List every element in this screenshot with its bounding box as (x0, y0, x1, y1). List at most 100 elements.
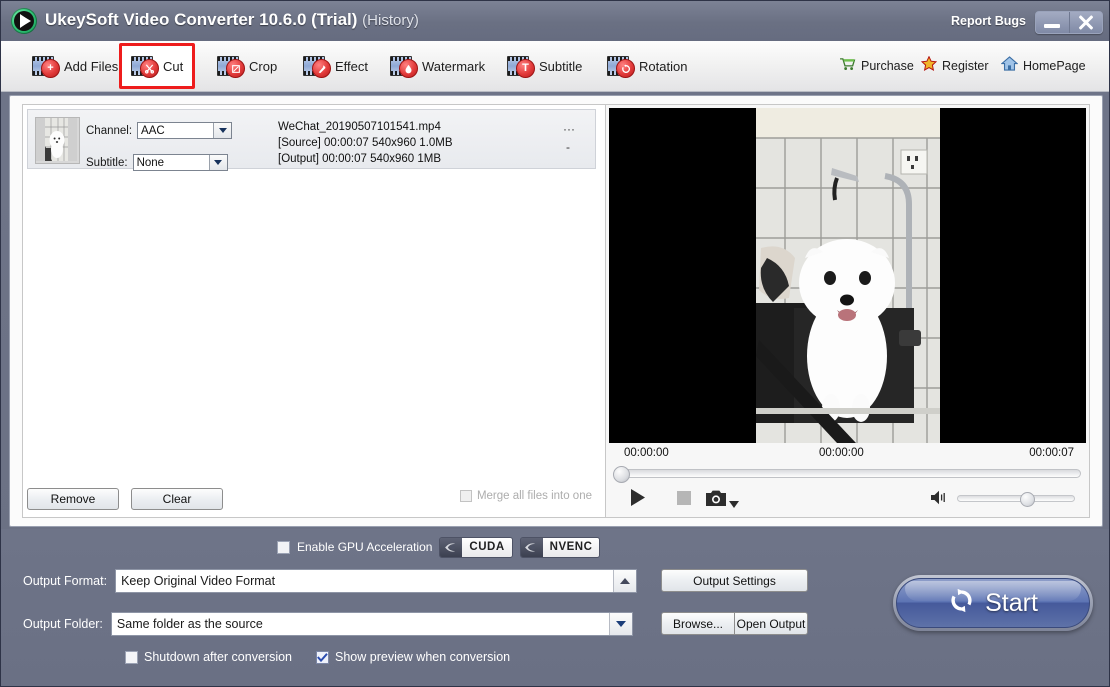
star-icon (921, 56, 937, 76)
output-format-select[interactable]: Keep Original Video Format (115, 569, 637, 593)
film-watermark-icon (390, 56, 416, 76)
report-bugs-link[interactable]: Report Bugs (951, 14, 1026, 28)
toolbar-item-label: Rotation (639, 59, 687, 74)
show-preview-checkbox[interactable]: Show preview when conversion (316, 650, 510, 664)
film-subtitle-icon: T (507, 56, 533, 76)
toolbar: + Add Files Cut Crop Effect (1, 41, 1110, 92)
output-format-label: Output Format: (23, 574, 107, 588)
output-format-row: Output Format: Keep Original Video Forma… (23, 569, 637, 593)
start-button[interactable]: Start (893, 575, 1093, 631)
nvenc-badge[interactable]: NVENC (520, 537, 601, 558)
speaker-icon[interactable] (931, 490, 949, 510)
purchase-link[interactable]: Purchase (839, 55, 914, 77)
gpu-acceleration-label: Enable GPU Acceleration (297, 540, 432, 554)
nvidia-eye-icon (440, 538, 462, 557)
film-rotation-icon (607, 56, 633, 76)
volume-slider[interactable] (957, 495, 1075, 502)
channel-value: AAC (138, 125, 165, 137)
purchase-label: Purchase (861, 59, 914, 73)
volume-handle[interactable] (1020, 492, 1035, 507)
clear-button[interactable]: Clear (131, 488, 223, 510)
output-folder-value: Same folder as the source (112, 617, 263, 631)
page-title: UkeySoft Video Converter 10.6.0 (Trial) … (45, 10, 419, 30)
snapshot-button[interactable] (706, 490, 726, 511)
film-plus-icon: + (32, 56, 58, 76)
time-labels: 00:00:00 00:00:00 00:00:07 (609, 447, 1086, 463)
film-scissors-icon (131, 56, 157, 76)
subtitle-label: Subtitle: (86, 157, 128, 169)
output-settings-button[interactable]: Output Settings (661, 569, 808, 592)
seek-slider[interactable] (614, 469, 1081, 478)
film-crop-icon (217, 56, 243, 76)
minimize-button[interactable] (1036, 12, 1069, 33)
app-window: UkeySoft Video Converter 10.6.0 (Trial) … (0, 0, 1110, 687)
register-link[interactable]: Register (921, 55, 989, 77)
file-name: WeChat_20190507101541.mp4 (278, 119, 453, 135)
toolbar-item-effect[interactable]: Effect (294, 46, 377, 86)
output-folder-select[interactable]: Same folder as the source (111, 612, 633, 636)
checkbox-box-checked (316, 651, 329, 664)
film-effect-icon (303, 56, 329, 76)
toolbar-item-label: Crop (249, 59, 277, 74)
subtitle-value: None (134, 157, 165, 169)
output-format-value: Keep Original Video Format (116, 574, 275, 588)
ellipsis-icon[interactable]: ··· (563, 122, 575, 136)
app-title-text: UkeySoft Video Converter 10.6.0 (Trial) (45, 10, 357, 29)
refresh-icon (948, 587, 975, 619)
shutdown-label: Shutdown after conversion (144, 650, 292, 664)
channel-label: Channel: (86, 125, 132, 137)
homepage-link[interactable]: HomePage (1001, 55, 1086, 77)
chevron-down-icon (209, 155, 227, 170)
toolbar-item-label: Subtitle (539, 59, 582, 74)
toolbar-item-label: Add Files (64, 59, 118, 74)
row-status: - (566, 140, 570, 154)
channel-field: Channel: AAC (86, 122, 232, 139)
remove-button[interactable]: Remove (27, 488, 119, 510)
chevron-down-icon (213, 123, 231, 138)
show-preview-label: Show preview when conversion (335, 650, 510, 664)
nvenc-label: NVENC (543, 538, 600, 557)
gpu-acceleration-checkbox[interactable] (277, 541, 290, 554)
merge-files-checkbox[interactable]: Merge all files into one (460, 490, 592, 502)
browse-button[interactable]: Browse... (661, 612, 734, 635)
play-button[interactable] (630, 489, 646, 511)
history-label: (History) (362, 12, 419, 29)
cuda-badge[interactable]: CUDA (439, 537, 512, 558)
toolbar-item-add-files[interactable]: + Add Files (23, 46, 127, 86)
file-info: WeChat_20190507101541.mp4 [Source] 00:00… (278, 119, 453, 167)
window-controls (1035, 11, 1103, 34)
toolbar-item-rotation[interactable]: Rotation (598, 46, 696, 86)
chevron-down-icon (609, 613, 632, 635)
nvidia-eye-icon (521, 538, 543, 557)
toolbar-item-cut[interactable]: Cut (119, 43, 195, 89)
title-bar: UkeySoft Video Converter 10.6.0 (Trial) … (1, 1, 1110, 42)
cuda-label: CUDA (462, 538, 511, 557)
open-output-button[interactable]: Open Output (734, 612, 808, 635)
toolbar-item-subtitle[interactable]: T Subtitle (498, 46, 591, 86)
channel-select[interactable]: AAC (137, 122, 232, 139)
toolbar-item-label: Effect (335, 59, 368, 74)
bottom-checkbox-row: Shutdown after conversion Show preview w… (125, 650, 510, 664)
file-list-panel: Channel: AAC Subtitle: None WeChat_20190… (22, 104, 607, 518)
time-current: 00:00:00 (819, 447, 864, 459)
checkbox-box (460, 490, 472, 502)
preview-panel: 00:00:00 00:00:00 00:00:07 (605, 104, 1090, 518)
gpu-acceleration-row: Enable GPU Acceleration CUDA NVENC (277, 537, 600, 557)
caret-up-icon (613, 570, 636, 592)
close-button[interactable] (1069, 12, 1103, 33)
subtitle-select[interactable]: None (133, 154, 228, 171)
caret-down-icon[interactable] (729, 495, 739, 513)
homepage-label: HomePage (1023, 59, 1086, 73)
file-list-actions: Remove Clear Merge all files into one (27, 486, 596, 512)
toolbar-item-crop[interactable]: Crop (208, 46, 286, 86)
player-controls (606, 479, 1089, 517)
stop-button[interactable] (677, 491, 691, 510)
start-label: Start (985, 589, 1038, 618)
output-folder-label: Output Folder: (23, 617, 103, 631)
register-label: Register (942, 59, 989, 73)
table-row[interactable]: Channel: AAC Subtitle: None WeChat_20190… (27, 109, 596, 169)
toolbar-item-watermark[interactable]: Watermark (381, 46, 494, 86)
video-display[interactable] (609, 108, 1086, 443)
file-source-info: [Source] 00:00:07 540x960 1.0MB (278, 135, 453, 151)
shutdown-checkbox[interactable]: Shutdown after conversion (125, 650, 292, 664)
